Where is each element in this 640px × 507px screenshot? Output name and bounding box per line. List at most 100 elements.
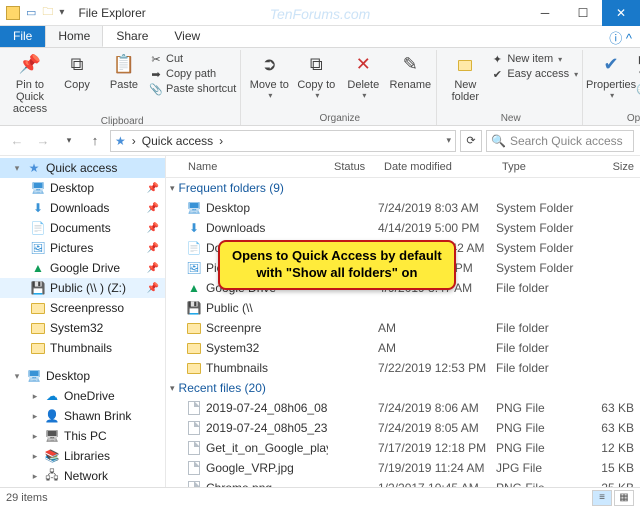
titlebar: ▭ 🗀 ▾ File Explorer TenForums.com — [0, 0, 640, 26]
sidebar-item[interactable]: ▸🖧Network — [0, 466, 165, 486]
breadcrumb[interactable]: ★ › Quick access › ▾ — [110, 130, 456, 152]
file-list-pane: Name Status Date modified Type Size ▾Fre… — [166, 156, 640, 487]
cut-button[interactable]: ✂Cut — [149, 52, 236, 66]
sidebar-item[interactable]: ⬇Downloads📌 — [0, 198, 165, 218]
explorer-icon — [6, 6, 20, 20]
group-new-label: New — [443, 112, 578, 125]
sidebar-quickaccess[interactable]: ▾★Quick access — [0, 158, 165, 178]
sidebar-item[interactable]: 💾Public (\\ ) (Z:)📌 — [0, 278, 165, 298]
history-button[interactable]: 🕘History — [636, 82, 640, 96]
tab-file[interactable]: File — [0, 25, 45, 47]
pin-icon: 📌 — [147, 243, 165, 254]
search-input[interactable]: 🔍 Search Quick access — [486, 130, 634, 152]
nav-forward-button[interactable]: → — [32, 130, 54, 152]
sidebar-item[interactable]: 🖥Desktop📌 — [0, 178, 165, 198]
sidebar-item[interactable]: ▸☁OneDrive — [0, 386, 165, 406]
sidebar-desktop[interactable]: ▾🖥Desktop — [0, 366, 165, 386]
maximize-button[interactable] — [564, 0, 602, 26]
qat-newfolder-icon[interactable]: 🗀 — [42, 3, 53, 22]
search-placeholder: Search Quick access — [510, 134, 623, 148]
pin-icon: 📌 — [147, 263, 165, 274]
item-icon: 💾 — [186, 300, 202, 316]
list-item[interactable]: Get_it_on_Google_play.png 7/17/2019 12:1… — [166, 438, 640, 458]
crumb-dropdown-icon[interactable]: ▾ — [446, 135, 451, 146]
item-icon — [186, 360, 202, 376]
crumb-sep2: › — [219, 134, 223, 148]
nav-back-button[interactable]: ← — [6, 130, 28, 152]
group-frequent-header[interactable]: ▾Frequent folders (9) — [166, 178, 640, 198]
nav-up-button[interactable]: ↑ — [84, 130, 106, 152]
qat-properties-icon[interactable]: ▭ — [26, 6, 36, 19]
open-button[interactable]: ▶Open — [636, 52, 640, 66]
edit-button[interactable]: ✎Edit — [636, 67, 640, 81]
list-item[interactable]: 💾 Public (\\ — [166, 298, 640, 318]
sidebar-item[interactable]: 🖼Pictures📌 — [0, 238, 165, 258]
pin-icon: 📌 — [147, 283, 165, 294]
newfolder-button[interactable]: New folder — [443, 52, 487, 103]
navigation-pane: ▾★Quick access🖥Desktop📌⬇Downloads📌📄Docum… — [0, 156, 166, 487]
copypath-button[interactable]: ➡Copy path — [149, 67, 236, 81]
tab-view[interactable]: View — [161, 25, 213, 47]
list-item[interactable]: ⬇ Downloads 4/14/2019 5:00 PMSystem Fold… — [166, 218, 640, 238]
list-item[interactable]: System32 AMFile folder — [166, 338, 640, 358]
file-icon — [186, 460, 202, 476]
group-recent-header[interactable]: ▾Recent files (20) — [166, 378, 640, 398]
view-details-button[interactable]: ≡ — [592, 490, 612, 506]
status-count: 29 items — [6, 492, 48, 504]
col-type[interactable]: Type — [496, 161, 584, 173]
qat-customize-icon[interactable]: ▾ — [59, 7, 64, 18]
item-icon: 🖼 — [186, 260, 202, 276]
statusbar: 29 items ≡ ▦ — [0, 487, 640, 507]
list-item[interactable]: Thumbnails 7/22/2019 12:53 PMFile folder — [166, 358, 640, 378]
col-size[interactable]: Size — [584, 161, 640, 173]
minimize-button[interactable] — [526, 0, 564, 26]
crumb-quickaccess[interactable]: Quick access — [142, 134, 213, 148]
list-item[interactable]: 2019-07-24_08h05_23.png 7/24/2019 8:05 A… — [166, 418, 640, 438]
sidebar-item[interactable]: ▸⚙Control Panel — [0, 486, 165, 487]
paste-shortcut-button[interactable]: 📎Paste shortcut — [149, 82, 236, 96]
easyaccess-button[interactable]: ✔Easy access — [490, 67, 578, 81]
list-item[interactable]: Google_VRP.jpg 7/19/2019 11:24 AMJPG Fil… — [166, 458, 640, 478]
sidebar-item[interactable]: System32 — [0, 318, 165, 338]
annotation-callout: Opens to Quick Access by default with "S… — [218, 240, 456, 290]
list-item[interactable]: Screenpre AMFile folder — [166, 318, 640, 338]
tab-home[interactable]: Home — [45, 25, 103, 47]
delete-button[interactable]: ✕Delete — [341, 52, 385, 101]
sidebar-item[interactable]: Thumbnails — [0, 338, 165, 358]
nav-history-dropdown[interactable]: ▾ — [58, 130, 80, 152]
ribbon-tabs: File Home Share View ⓘ ^ — [0, 26, 640, 48]
sidebar-item[interactable]: ▸👤Shawn Brink — [0, 406, 165, 426]
copy-button[interactable]: ⧉Copy — [55, 52, 99, 91]
tab-share[interactable]: Share — [103, 25, 161, 47]
sidebar-item[interactable]: ▸🖥This PC — [0, 426, 165, 446]
col-status[interactable]: Status — [328, 161, 378, 173]
item-icon — [186, 340, 202, 356]
item-icon: ▲ — [186, 280, 202, 296]
pin-quickaccess-button[interactable]: 📌Pin to Quick access — [8, 52, 52, 115]
copyto-button[interactable]: ⧉Copy to — [294, 52, 338, 101]
col-date[interactable]: Date modified — [378, 161, 496, 173]
paste-button[interactable]: 📋Paste — [102, 52, 146, 91]
sidebar-item[interactable]: 📄Documents📌 — [0, 218, 165, 238]
window-title: File Explorer — [78, 6, 145, 20]
sidebar-item[interactable]: ▸📚Libraries — [0, 446, 165, 466]
close-button[interactable] — [602, 0, 640, 26]
view-thumbnails-button[interactable]: ▦ — [614, 490, 634, 506]
address-bar: ← → ▾ ↑ ★ › Quick access › ▾ ⟳ 🔍 Search … — [0, 126, 640, 156]
col-name[interactable]: Name — [166, 161, 328, 173]
properties-button[interactable]: ✔Properties — [589, 52, 633, 101]
list-item[interactable]: 🖥 Desktop 7/24/2019 8:03 AMSystem Folder — [166, 198, 640, 218]
group-open-label: Open — [589, 112, 640, 125]
ribbon-help-icon[interactable]: ⓘ ^ — [601, 28, 640, 47]
sidebar-item[interactable]: ▲Google Drive📌 — [0, 258, 165, 278]
list-item[interactable]: Chrome.png 1/2/2017 10:45 AMPNG File25 K… — [166, 478, 640, 487]
rename-button[interactable]: ✎Rename — [388, 52, 432, 91]
crumb-sep: › — [132, 134, 136, 148]
newitem-button[interactable]: ✦New item — [490, 52, 578, 66]
list-item[interactable]: 2019-07-24_08h06_08.png 7/24/2019 8:06 A… — [166, 398, 640, 418]
item-icon: 📄 — [186, 240, 202, 256]
refresh-button[interactable]: ⟳ — [460, 130, 482, 152]
moveto-button[interactable]: ➲Move to — [247, 52, 291, 101]
item-icon: 🖥 — [186, 200, 202, 216]
sidebar-item[interactable]: Screenpresso — [0, 298, 165, 318]
